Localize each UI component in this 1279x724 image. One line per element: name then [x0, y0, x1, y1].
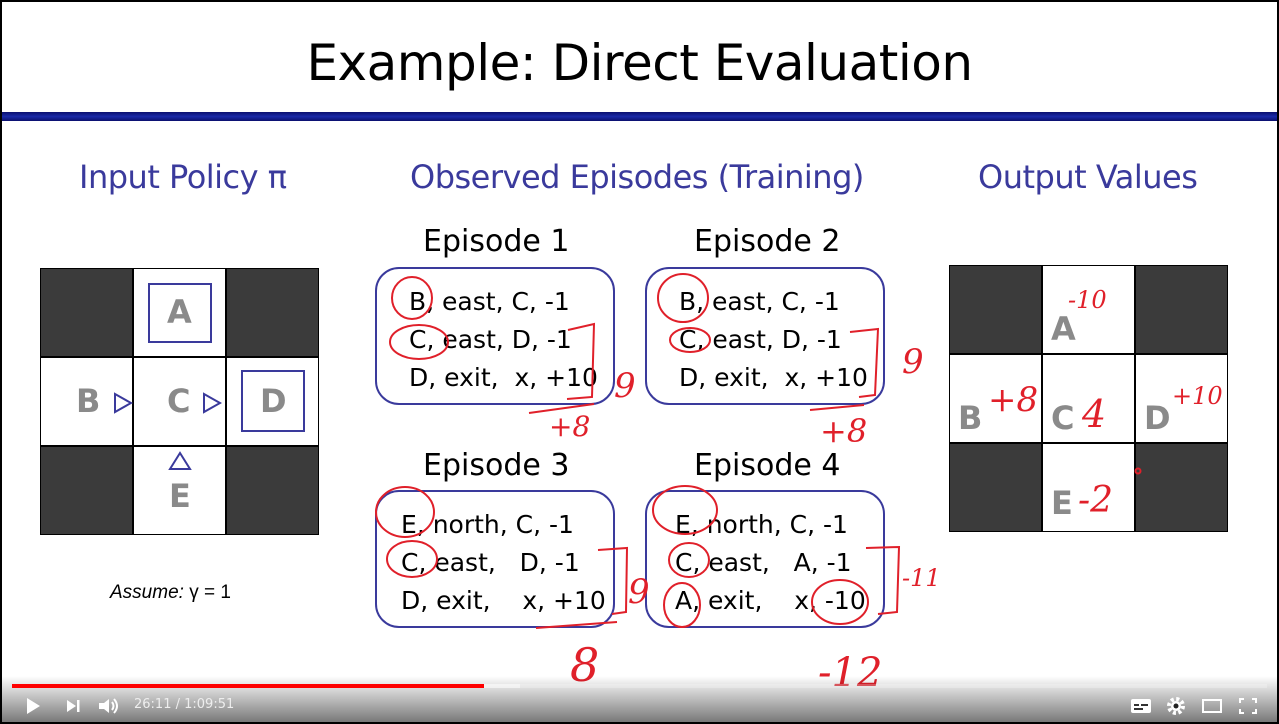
theater-mode-icon — [1202, 699, 1222, 713]
output-label-e: E — [1051, 484, 1073, 522]
grid-cell-blocked — [226, 268, 319, 357]
arrow-right-icon — [114, 392, 133, 414]
grid-cell-blocked — [1135, 265, 1228, 354]
output-values-heading: Output Values — [978, 158, 1198, 196]
episode-step: C, east, D, -1 — [409, 325, 572, 354]
ink-episode-1-value: +8 — [549, 410, 591, 443]
grid-cell-blocked — [949, 443, 1042, 532]
settings-icon — [1167, 697, 1185, 715]
grid-cell-blocked — [1135, 443, 1228, 532]
grid-cell-c: C — [133, 357, 226, 446]
episode-4-box: E, north, C, -1 C, east, A, -1 A, exit, … — [645, 490, 885, 628]
ink-output-e: -2 — [1078, 480, 1114, 521]
arrow-up-icon — [168, 451, 192, 470]
ink-underline — [809, 404, 865, 411]
play-icon — [27, 698, 40, 714]
ink-output-d: +10 — [1172, 382, 1223, 410]
grid-cell-e: E — [133, 446, 226, 535]
cell-label-b: B — [76, 382, 101, 420]
cell-label-a: A — [167, 293, 192, 331]
volume-button[interactable] — [96, 694, 122, 718]
next-icon — [67, 700, 80, 712]
theater-mode-button[interactable] — [1199, 694, 1225, 718]
ink-episode-4-sum: -11 — [902, 564, 941, 592]
slide: Example: Direct Evaluation Input Policy … — [2, 2, 1277, 722]
episode-step: E, north, C, -1 — [401, 510, 574, 539]
ink-output-b: +8 — [988, 380, 1039, 420]
output-label-c: C — [1051, 399, 1075, 437]
grid-cell-blocked — [40, 446, 133, 535]
ink-output-a: -10 — [1068, 286, 1107, 314]
cell-label-e: E — [169, 477, 191, 515]
episode-step: D, exit, x, +10 — [679, 363, 868, 392]
episode-step: E, north, C, -1 — [675, 510, 848, 539]
ink-episode-1-sum: 9 — [614, 366, 636, 406]
observed-episodes-heading: Observed Episodes (Training) — [410, 158, 864, 196]
assumption-note: Assume: γ = 1 — [110, 582, 231, 604]
episode-step: C, east, D, -1 — [401, 548, 580, 577]
episode-4-title: Episode 4 — [694, 448, 841, 483]
subtitles-button[interactable] — [1128, 694, 1154, 718]
episode-2-title: Episode 2 — [694, 224, 841, 259]
episode-step: B, east, C, -1 — [679, 287, 840, 316]
episode-1-title: Episode 1 — [423, 224, 570, 259]
ink-episode-2-value: +8 — [820, 412, 868, 450]
episode-step: C, east, A, -1 — [675, 548, 852, 577]
output-label-d: D — [1144, 399, 1171, 437]
ink-output-c: 4 — [1082, 392, 1107, 436]
episode-2-box: B, east, C, -1 C, east, D, -1 D, exit, x… — [645, 267, 885, 405]
grid-cell-a: A — [133, 268, 226, 357]
grid-cell-d: D — [226, 357, 319, 446]
cell-label-c: C — [167, 382, 191, 420]
arrow-right-icon — [203, 392, 222, 414]
play-button[interactable] — [20, 694, 46, 718]
progress-bar[interactable] — [12, 684, 1267, 688]
volume-icon — [99, 698, 118, 714]
title-divider — [2, 112, 1277, 121]
settings-button[interactable] — [1163, 694, 1189, 718]
time-separator: / — [171, 697, 185, 712]
ink-episode-2-sum: 9 — [902, 342, 924, 382]
grid-cell-blocked — [226, 446, 319, 535]
episode-step: C, east, D, -1 — [679, 325, 842, 354]
time-total: 1:09:51 — [184, 697, 235, 712]
episode-step: B, east, C, -1 — [409, 287, 570, 316]
output-label-b: B — [958, 399, 983, 437]
time-display: 26:11 / 1:09:51 — [134, 697, 234, 712]
episode-step: A, exit, x, -10 — [675, 586, 866, 615]
slide-title: Example: Direct Evaluation — [306, 34, 973, 92]
input-policy-heading: Input Policy π — [79, 158, 287, 196]
cell-label-d: D — [260, 382, 287, 420]
episode-1-box: B, east, C, -1 C, east, D, -1 D, exit, x… — [375, 267, 615, 405]
ink-episode-3-sum: 9 — [628, 572, 650, 612]
grid-cell-blocked — [40, 268, 133, 357]
time-current: 26:11 — [134, 697, 172, 712]
next-button[interactable] — [60, 694, 86, 718]
fullscreen-icon — [1239, 698, 1257, 714]
grid-cell-blocked — [949, 265, 1042, 354]
episode-3-title: Episode 3 — [423, 448, 570, 483]
video-player[interactable]: Example: Direct Evaluation Input Policy … — [0, 0, 1279, 724]
fullscreen-button[interactable] — [1235, 694, 1261, 718]
output-label-a: A — [1051, 310, 1076, 348]
episode-step: D, exit, x, +10 — [409, 363, 598, 392]
played-bar — [12, 684, 484, 688]
assume-expression: γ = 1 — [189, 582, 231, 603]
episode-step: D, exit, x, +10 — [401, 586, 606, 615]
assume-label: Assume: — [110, 582, 184, 603]
subtitles-icon — [1131, 699, 1151, 713]
grid-cell-b: B — [40, 357, 133, 446]
episode-3-box: E, north, C, -1 C, east, D, -1 D, exit, … — [375, 490, 615, 628]
